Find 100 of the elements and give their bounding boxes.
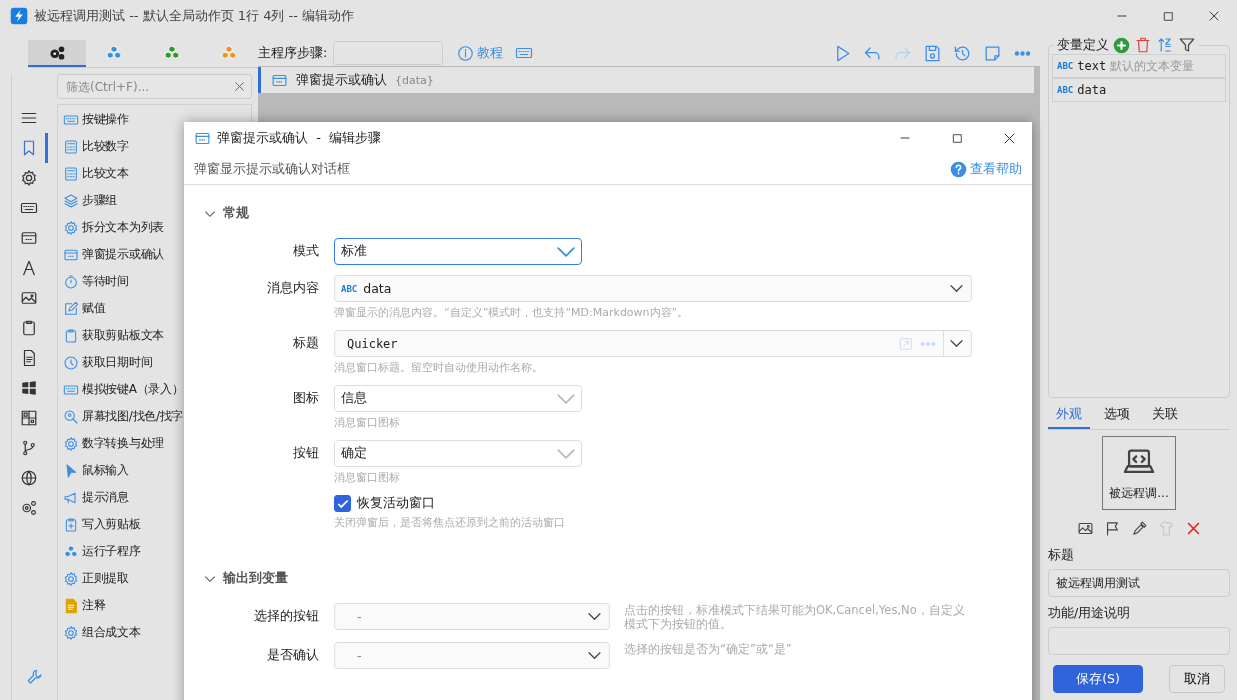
variable-item[interactable]: ABC text 默认的文本变量: [1052, 54, 1226, 78]
clipboard-icon: [63, 327, 79, 344]
type-label: ABC: [1057, 85, 1074, 95]
action-item[interactable]: 等待时间: [58, 268, 251, 295]
panel-tab[interactable]: 外观: [1048, 402, 1090, 429]
chevron-down-icon[interactable]: [950, 340, 963, 347]
close-icon[interactable]: [1207, 9, 1221, 23]
field-label: 是否确认: [266, 645, 319, 664]
section-header[interactable]: 常规: [184, 205, 1032, 222]
app-logo-icon: [10, 7, 28, 25]
cubes-icon: [105, 43, 124, 62]
action-item[interactable]: 数字转换与处理: [58, 430, 251, 457]
trash-icon[interactable]: [1134, 36, 1152, 54]
dropdown[interactable]: 标准: [334, 238, 582, 265]
field-hint: 消息窗口图标: [334, 470, 401, 485]
settings-icon: [63, 624, 79, 641]
document-icon: [63, 597, 79, 614]
save-button[interactable]: 保存(S): [1053, 665, 1143, 693]
variable-item[interactable]: ABC data: [1052, 78, 1226, 102]
field-label: 标题: [292, 334, 319, 352]
filter-field[interactable]: 筛选(Ctrl+F)...: [57, 74, 252, 99]
image-icon: [20, 289, 38, 307]
category-tab[interactable]: [28, 40, 86, 67]
field-label: 图标: [292, 389, 319, 407]
action-item[interactable]: 提示消息: [58, 484, 251, 511]
action-item[interactable]: 弹窗提示或确认: [58, 241, 251, 268]
action-preview-tile[interactable]: 被远程调...: [1102, 436, 1176, 510]
save-icon[interactable]: [923, 43, 942, 63]
image-icon[interactable]: [1076, 520, 1094, 537]
font-icon: [20, 259, 38, 277]
dropdown[interactable]: 确定: [334, 440, 582, 467]
info-icon: [457, 44, 475, 62]
variable-description: 默认的文本变量: [1110, 58, 1195, 74]
variable-dropdown[interactable]: ABC data: [334, 275, 972, 302]
section-header[interactable]: 输出到变量: [184, 570, 1032, 587]
action-item[interactable]: 屏幕找图/找色/找字: [58, 403, 251, 430]
action-item[interactable]: 模拟按键A（录入）: [58, 376, 251, 403]
calculator-icon: [63, 138, 79, 155]
checkbox[interactable]: [334, 495, 351, 512]
chevron-down-icon: [588, 651, 601, 659]
panel-title: 变量定义: [1057, 36, 1109, 54]
action-item[interactable]: 写入剪贴板: [58, 511, 251, 538]
chevron-down-icon: [557, 448, 575, 459]
dropdown[interactable]: 信息: [334, 385, 582, 412]
action-item[interactable]: 赋值: [58, 295, 251, 322]
step-row[interactable]: 弹窗提示或确认 {data}: [258, 67, 1034, 93]
window-icon: [20, 229, 38, 247]
cubes-icon: [162, 43, 181, 62]
maximize-icon[interactable]: [950, 131, 964, 145]
gears-icon: [20, 499, 38, 517]
action-item[interactable]: 组合成文本: [58, 619, 251, 646]
cancel-button[interactable]: 取消: [1169, 665, 1225, 693]
settings-icon: [20, 169, 38, 187]
action-item[interactable]: 获取剪贴板文本: [58, 322, 251, 349]
text-field[interactable]: Quicker: [334, 330, 972, 357]
step-parameter: {data}: [395, 73, 434, 87]
maximize-icon[interactable]: [1161, 9, 1175, 23]
action-item[interactable]: 注释: [58, 592, 251, 619]
field-hint: 消息窗口标题。留空时自动使用动作名称。: [334, 360, 544, 375]
step-label: 主程序步骤:: [258, 44, 328, 62]
cursor-icon: [63, 462, 79, 479]
globe-icon: [20, 469, 38, 487]
eyedropper-icon[interactable]: [1130, 520, 1148, 537]
branch-icon: [20, 439, 38, 457]
add-icon[interactable]: [1113, 36, 1130, 54]
chevron-down-icon: [588, 613, 601, 620]
action-item[interactable]: 运行子程序: [58, 538, 251, 565]
cubes-icon: [220, 43, 239, 62]
field-hint: 弹窗显示的消息内容。“自定义”模式时，也支持“MD:Markdown内容”。: [334, 305, 690, 320]
window-title: 被远程调用测试 -- 默认全局动作页 1行 4列 -- 编辑动作: [34, 7, 355, 25]
dialog-title: 弹窗提示或确认 - 编辑步骤: [217, 129, 382, 147]
clipboard-plus-icon: [63, 516, 79, 533]
wrench-icon[interactable]: [25, 668, 44, 686]
action-item[interactable]: 获取日期时间: [58, 349, 251, 376]
field-hint: 消息窗口图标: [334, 415, 401, 430]
field-hint: 关闭弹窗后，是否将焦点还原到之前的活动窗口: [334, 515, 566, 530]
location-search-icon: [63, 408, 79, 425]
cubes-icon: [63, 543, 79, 560]
field-note: 点击的按钮，标准模式下结果可能为OK,Cancel,Yes,No，自定义模式下为按钮的值。: [624, 603, 966, 632]
panel-tab[interactable]: 关联: [1144, 402, 1186, 429]
checkbox-label: 恢复活动窗口: [357, 495, 435, 512]
description-field[interactable]: [1048, 627, 1230, 655]
step-field[interactable]: [333, 41, 444, 65]
field-label: 功能/用途说明: [1048, 605, 1132, 622]
field-label: 选择的按钮: [253, 607, 319, 625]
filter-icon[interactable]: [1178, 36, 1196, 54]
windows-logo-icon: [20, 379, 38, 397]
panel-tab[interactable]: 选项: [1096, 402, 1138, 429]
type-label: ABC: [1057, 61, 1074, 71]
action-item[interactable]: 鼠标输入: [58, 457, 251, 484]
variable-name: text: [1077, 59, 1107, 73]
title-field[interactable]: 被远程调用测试: [1048, 569, 1230, 597]
help-link[interactable]: 查看帮助: [970, 160, 1022, 178]
stopwatch-icon: [63, 273, 79, 290]
pencil-icon: [63, 300, 79, 317]
field-note: 选择的按钮是否为“确定”或“是”: [624, 641, 793, 657]
layers-icon: [63, 192, 79, 209]
field-label: 标题: [1048, 547, 1075, 564]
clipboard-icon: [20, 319, 38, 337]
settings-icon: [63, 570, 79, 587]
